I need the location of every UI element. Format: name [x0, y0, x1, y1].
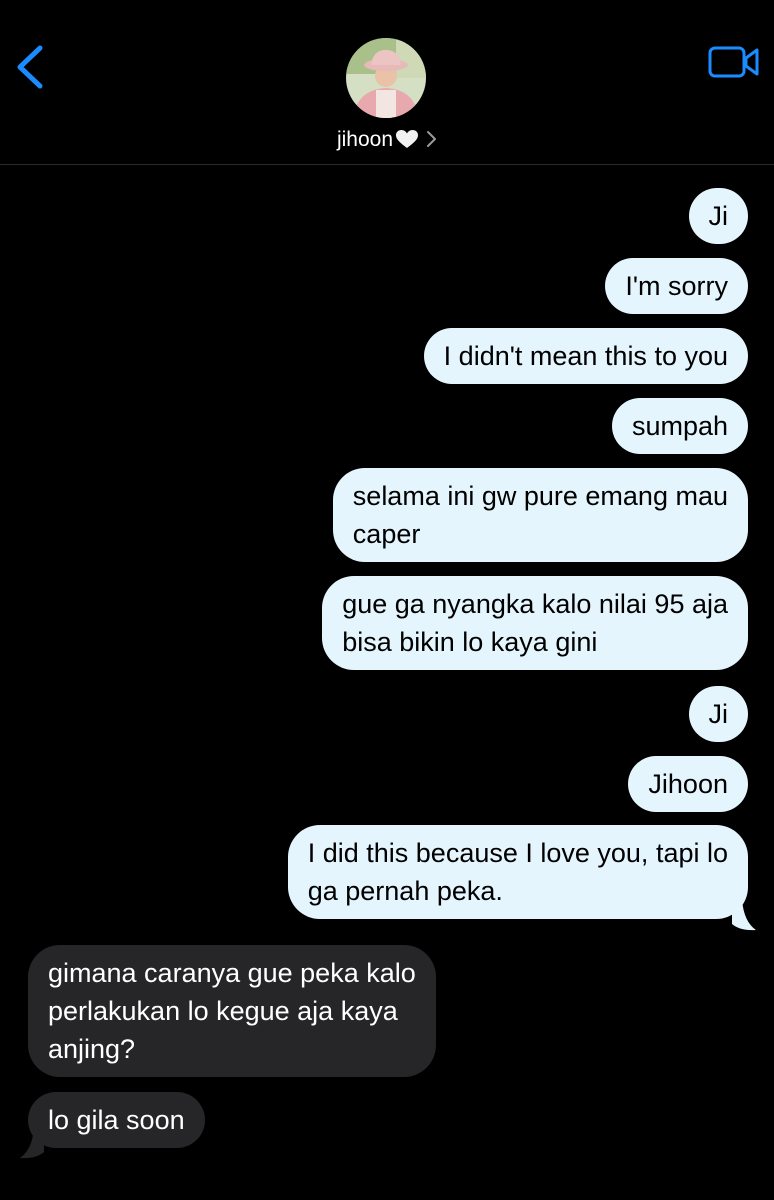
white-heart-icon: [396, 130, 419, 148]
contact-name-button[interactable]: jihoon: [0, 128, 774, 152]
sent-message[interactable]: gue ga nyangka kalo nilai 95 aja bisa bi…: [322, 576, 748, 670]
video-camera-icon: [708, 46, 759, 78]
facetime-video-button[interactable]: [708, 44, 760, 80]
sent-message[interactable]: I didn't mean this to you: [423, 328, 748, 384]
received-message[interactable]: lo gila soon: [28, 1092, 205, 1148]
sent-message[interactable]: Ji: [688, 686, 748, 742]
message-line: bisa bikin lo kaya gini: [342, 627, 598, 657]
chevron-left-icon: [17, 45, 43, 89]
contact-avatar[interactable]: [346, 38, 426, 118]
sent-message[interactable]: I'm sorry: [605, 258, 748, 314]
sent-message[interactable]: selama ini gw pure emang mau caper: [332, 468, 748, 562]
conversation-header: jihoon: [0, 0, 774, 165]
contact-name: jihoon: [336, 128, 394, 151]
message-line: I did this because I love you, tapi lo: [307, 838, 728, 868]
message-line: anjing?: [48, 1034, 136, 1064]
sent-message[interactable]: Ji: [688, 188, 748, 244]
chevron-right-icon: [427, 131, 437, 147]
message-line: caper: [352, 519, 421, 549]
sent-message[interactable]: sumpah: [611, 398, 748, 454]
sent-message[interactable]: I did this because I love you, tapi lo g…: [287, 825, 748, 919]
message-line: gimana caranya gue peka kalo: [48, 958, 416, 988]
message-line: gue ga nyangka kalo nilai 95 aja: [342, 589, 728, 619]
received-bubble-tail: [20, 1128, 44, 1159]
sent-message[interactable]: Jihoon: [628, 756, 748, 812]
message-line: selama ini gw pure emang mau: [352, 481, 728, 511]
message-line: ga pernah peka.: [307, 876, 503, 906]
back-button[interactable]: [12, 42, 52, 92]
received-message[interactable]: gimana caranya gue peka kalo perlakukan …: [28, 945, 436, 1077]
sent-bubble-tail: [732, 900, 756, 931]
message-line: perlakukan lo kegue aja kaya: [48, 996, 398, 1026]
